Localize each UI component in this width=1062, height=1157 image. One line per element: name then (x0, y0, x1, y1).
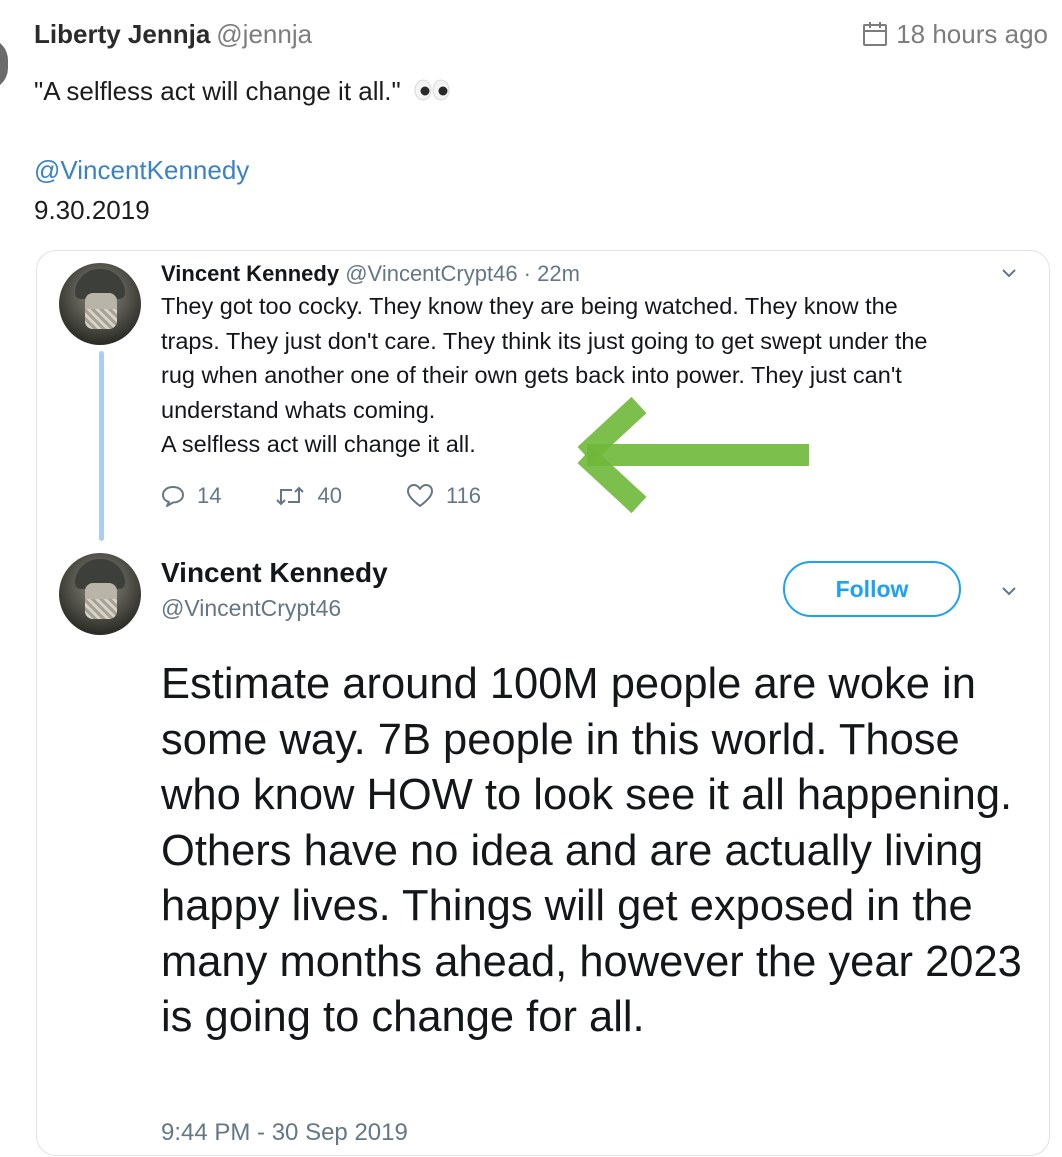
tweet1-line: traps. They just don't care. They think … (161, 327, 928, 354)
retweet-icon[interactable] (275, 484, 305, 508)
chevron-down-icon[interactable] (1001, 265, 1017, 281)
tweet1-header: Vincent Kennedy @VincentCrypt46 · 22m (161, 259, 580, 289)
like-count: 116 (445, 483, 482, 508)
tweet2-avatar[interactable] (59, 553, 141, 635)
poster-avatar[interactable] (0, 38, 8, 90)
tweet2-text: Estimate around 100M people are woke in … (161, 660, 1022, 1041)
follow-button[interactable]: Follow (783, 561, 961, 617)
tweet1-line: They got too cocky. They know they are b… (161, 293, 898, 319)
chevron-down-icon[interactable] (1001, 583, 1017, 599)
post-quote-text: "A selfless act will change it all." (34, 76, 401, 106)
green-arrow-annotation (577, 396, 809, 514)
tweet2-author-name[interactable]: Vincent Kennedy (161, 555, 388, 591)
post-header: Liberty Jennja @jennja (34, 16, 312, 52)
tweet1-author-name[interactable]: Vincent Kennedy (161, 261, 339, 286)
mention-link[interactable]: @VincentKennedy (34, 151, 249, 189)
reply-action[interactable]: 14 (161, 483, 221, 509)
tweet1-line: rug when another one of their own gets b… (161, 362, 902, 388)
like-action[interactable]: 116 (406, 483, 481, 509)
post-body: "A selfless act will change it all." (34, 72, 450, 110)
eyes-emoji-icon (414, 79, 450, 101)
post-date: 9.30.2019 (34, 195, 150, 225)
tweet1-avatar[interactable] (59, 263, 141, 345)
like-icon[interactable] (406, 483, 434, 509)
post-time-text: 18 hours ago (896, 19, 1048, 49)
tweet1-actions: 14 40 116 (161, 483, 481, 509)
tweet2-timestamp[interactable]: 9:44 PM - 30 Sep 2019 (161, 1117, 408, 1149)
reply-icon[interactable] (161, 484, 185, 508)
tweet2-handle[interactable]: @VincentCrypt46 (161, 593, 341, 623)
post-timestamp: 18 hours ago (862, 16, 1048, 52)
post-author[interactable]: Liberty Jennja (34, 19, 210, 49)
thread-connector-line (99, 351, 104, 541)
retweet-action[interactable]: 40 (275, 483, 342, 509)
retweet-count: 40 (317, 483, 342, 508)
embedded-tweet-screenshot: Vincent Kennedy @VincentCrypt46 · 22m Th… (36, 250, 1050, 1156)
reply-count: 14 (197, 483, 222, 508)
tweet1-meta: @VincentCrypt46 · 22m (345, 261, 580, 286)
calendar-icon (863, 22, 888, 46)
post-handle[interactable]: @jennja (216, 19, 312, 49)
